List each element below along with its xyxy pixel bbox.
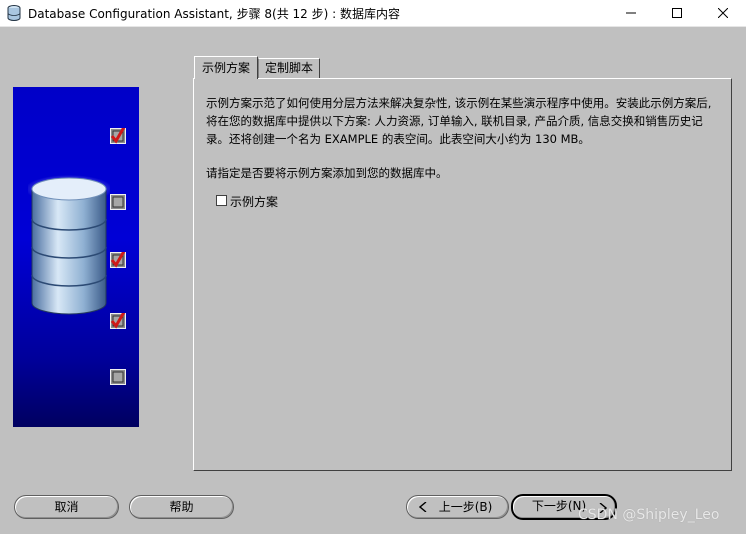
sample-schemas-checkbox-label[interactable]: 示例方案 xyxy=(230,193,278,210)
minimize-button[interactable] xyxy=(608,0,654,26)
prompt-text: 请指定是否要将示例方案添加到您的数据库中。 xyxy=(206,166,448,180)
cancel-button[interactable]: 取消 xyxy=(14,495,119,519)
close-button[interactable] xyxy=(700,0,746,26)
step-checked-icon xyxy=(110,252,126,268)
window-title: Database Configuration Assistant, 步骤 8(共… xyxy=(28,7,400,21)
description-text: 示例方案示范了如何使用分层方法来解决复杂性, 该示例在某些演示程序中使用。安装此… xyxy=(206,96,712,146)
step-checked-icon xyxy=(110,313,126,329)
tab-sample-schemas[interactable]: 示例方案 xyxy=(194,56,258,79)
step-unchecked-icon xyxy=(110,194,126,210)
chevron-left-icon xyxy=(419,502,427,512)
title-bar: Database Configuration Assistant, 步骤 8(共… xyxy=(0,0,746,27)
maximize-button[interactable] xyxy=(654,0,700,26)
step-unchecked-icon xyxy=(110,369,126,385)
back-button-label: 上一步(B) xyxy=(438,500,493,514)
tab-content-panel: 示例方案示范了如何使用分层方法来解决复杂性, 该示例在某些演示程序中使用。安装此… xyxy=(193,78,732,471)
database-icon xyxy=(28,175,110,315)
wizard-steps-panel xyxy=(13,87,139,427)
step-checked-icon xyxy=(110,128,126,144)
maximize-icon xyxy=(672,8,682,18)
close-icon xyxy=(718,8,728,18)
watermark-text: CSDN @Shipley_Leo xyxy=(578,507,720,523)
database-app-icon xyxy=(7,5,21,21)
sample-schemas-checkbox[interactable] xyxy=(216,195,227,206)
back-button[interactable]: 上一步(B) xyxy=(406,495,509,519)
minimize-icon xyxy=(626,12,636,14)
tab-custom-scripts[interactable]: 定制脚本 xyxy=(258,58,320,78)
help-button[interactable]: 帮助 xyxy=(129,495,234,519)
